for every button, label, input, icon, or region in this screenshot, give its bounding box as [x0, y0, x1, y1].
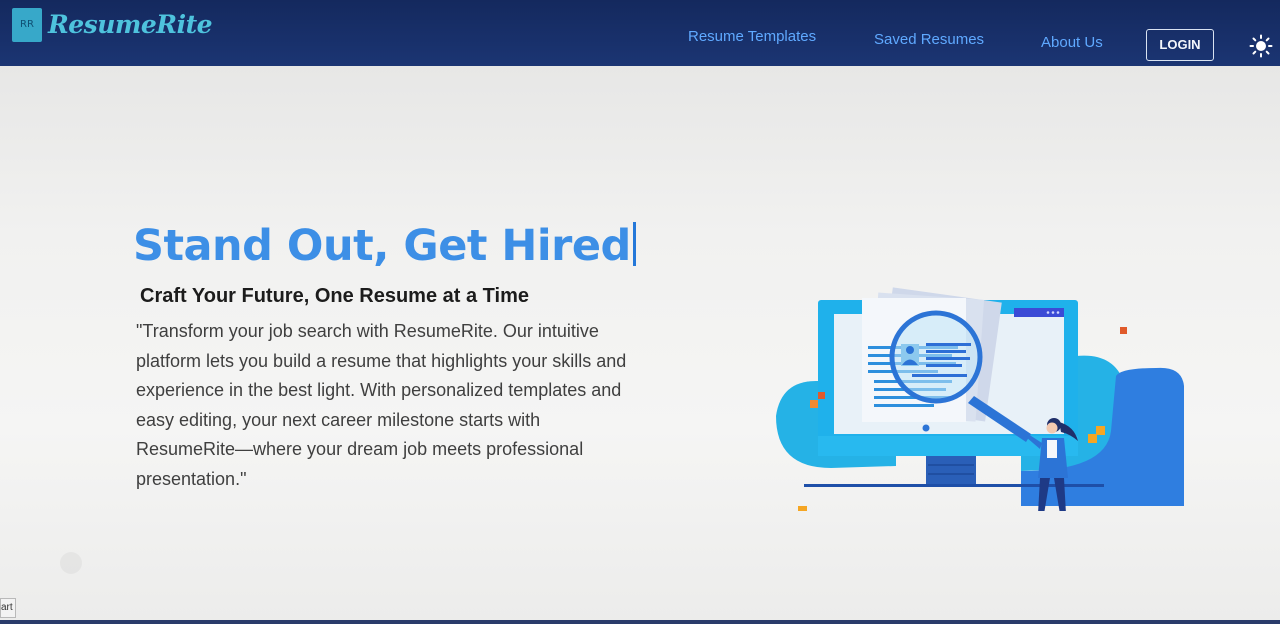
hero-description: "Transform your job search with ResumeRi…	[136, 317, 676, 494]
hero-title-text: Stand Out, Get Hired	[133, 221, 631, 271]
deco-square	[810, 400, 818, 408]
nav-link-resume-templates[interactable]: Resume Templates	[688, 28, 816, 45]
screen-speck	[60, 552, 82, 574]
deco-square	[818, 392, 825, 399]
navbar: RR ResumeRite Resume Templates Saved Res…	[0, 0, 1280, 66]
deco-square	[1088, 434, 1097, 443]
typing-cursor	[632, 222, 636, 266]
deco-square	[798, 506, 807, 511]
hero-title: Stand Out, Get Hired	[133, 221, 636, 271]
hero-subtitle: Craft Your Future, One Resume at a Time	[140, 285, 529, 307]
nav-link-about-us[interactable]: About Us	[1041, 34, 1103, 51]
description-line: "Transform your job search with ResumeRi…	[136, 321, 599, 341]
description-line: ResumeRite—where your dream job meets pr…	[136, 439, 584, 459]
description-line: experience in the best light. With perso…	[136, 380, 622, 400]
deco-square	[1096, 426, 1105, 435]
hero-section: Stand Out, Get Hired Craft Your Future, …	[0, 66, 1280, 624]
logo-badge[interactable]: RR	[12, 8, 42, 42]
monitor-stand	[926, 456, 976, 484]
description-line: platform lets you build a resume that hi…	[136, 350, 627, 371]
deco-square	[1120, 327, 1127, 334]
sun-icon[interactable]	[1249, 34, 1273, 58]
nav-link-saved-resumes[interactable]: Saved Resumes	[874, 31, 984, 48]
monitor-power-dot	[922, 424, 930, 432]
resume-review-illustration	[776, 287, 1184, 511]
status-tooltip: art	[0, 598, 16, 618]
login-button[interactable]: LOGIN	[1146, 29, 1214, 61]
monitor-topbar	[1014, 308, 1064, 317]
description-line: presentation."	[136, 468, 247, 489]
brand-logo[interactable]: ResumeRite	[48, 10, 213, 39]
description-line: easy editing, your next career milestone…	[136, 409, 541, 430]
bottom-strip	[0, 620, 1280, 624]
